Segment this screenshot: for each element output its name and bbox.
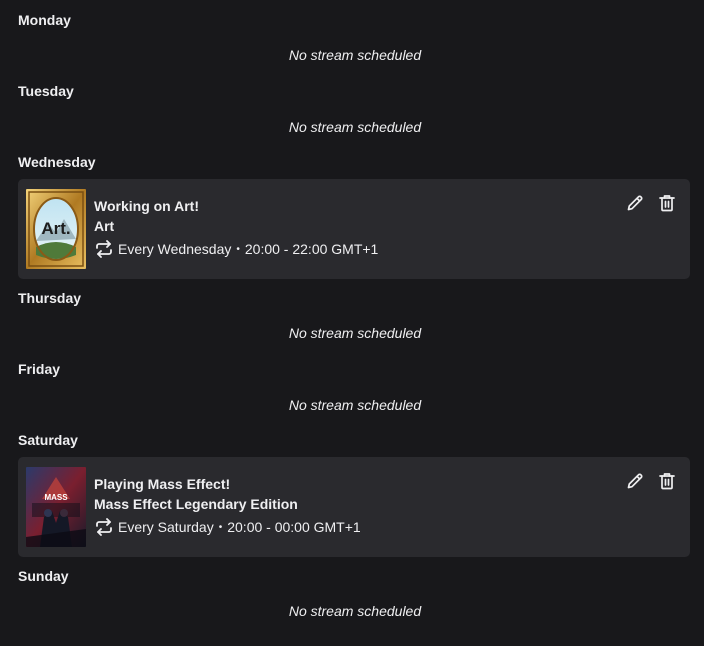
thumbnail-mass-lettering: MASS bbox=[44, 493, 68, 502]
empty-schedule-note: No stream scheduled bbox=[288, 325, 422, 341]
pencil-icon bbox=[627, 473, 643, 489]
day-heading-sunday: Sunday bbox=[18, 568, 69, 584]
meta-separator: • bbox=[236, 243, 240, 255]
segment-category-link[interactable]: Mass Effect Legendary Edition bbox=[94, 496, 298, 512]
segment-time: 20:00 - 22:00 GMT+1 bbox=[244, 241, 379, 257]
trash-icon bbox=[659, 473, 675, 490]
empty-schedule-note: No stream scheduled bbox=[288, 119, 422, 135]
segment-recurrence: Every Saturday bbox=[118, 519, 214, 535]
delete-segment-button[interactable] bbox=[658, 471, 676, 491]
empty-schedule-note: No stream scheduled bbox=[288, 603, 422, 619]
day-heading-monday: Monday bbox=[18, 12, 71, 28]
edit-segment-button[interactable] bbox=[626, 193, 644, 213]
day-heading-thursday: Thursday bbox=[18, 290, 82, 306]
thumbnail-art-lettering: Art. bbox=[41, 219, 70, 238]
stream-schedule: Monday No stream scheduled Tuesday No st… bbox=[0, 0, 704, 646]
day-heading-tuesday: Tuesday bbox=[18, 83, 74, 99]
segment-actions bbox=[626, 193, 676, 213]
segment-time: 20:00 - 00:00 GMT+1 bbox=[227, 519, 361, 535]
day-heading-wednesday: Wednesday bbox=[18, 154, 96, 170]
segment-title: Playing Mass Effect! bbox=[94, 476, 231, 492]
segment-title: Working on Art! bbox=[94, 198, 199, 214]
schedule-segment-card[interactable]: MASS Playing Mass Effect! Mass Effect Le… bbox=[18, 457, 690, 557]
pencil-icon bbox=[627, 195, 643, 211]
segment-recurrence: Every Wednesday bbox=[118, 241, 232, 257]
segment-actions bbox=[626, 471, 676, 491]
meta-separator: • bbox=[218, 521, 223, 533]
segment-category-link[interactable]: Art bbox=[94, 218, 114, 234]
empty-schedule-note: No stream scheduled bbox=[288, 47, 422, 63]
edit-segment-button[interactable] bbox=[626, 471, 644, 491]
empty-schedule-note: No stream scheduled bbox=[288, 397, 422, 413]
repeat-icon bbox=[94, 240, 114, 258]
segment-recurrence-info: Every Wednesday • 20:00 - 22:00 GMT+1 bbox=[94, 240, 378, 258]
category-thumbnail-art: Art. bbox=[26, 189, 86, 269]
day-heading-saturday: Saturday bbox=[18, 432, 78, 448]
trash-icon bbox=[659, 195, 675, 212]
category-thumbnail-mass-effect: MASS bbox=[26, 467, 86, 547]
delete-segment-button[interactable] bbox=[658, 193, 676, 213]
segment-recurrence-info: Every Saturday • 20:00 - 00:00 GMT+1 bbox=[94, 518, 361, 536]
repeat-icon bbox=[94, 518, 114, 536]
schedule-segment-card[interactable]: Art. Working on Art! Art Every Wednesday… bbox=[18, 179, 690, 279]
day-heading-friday: Friday bbox=[18, 361, 61, 377]
